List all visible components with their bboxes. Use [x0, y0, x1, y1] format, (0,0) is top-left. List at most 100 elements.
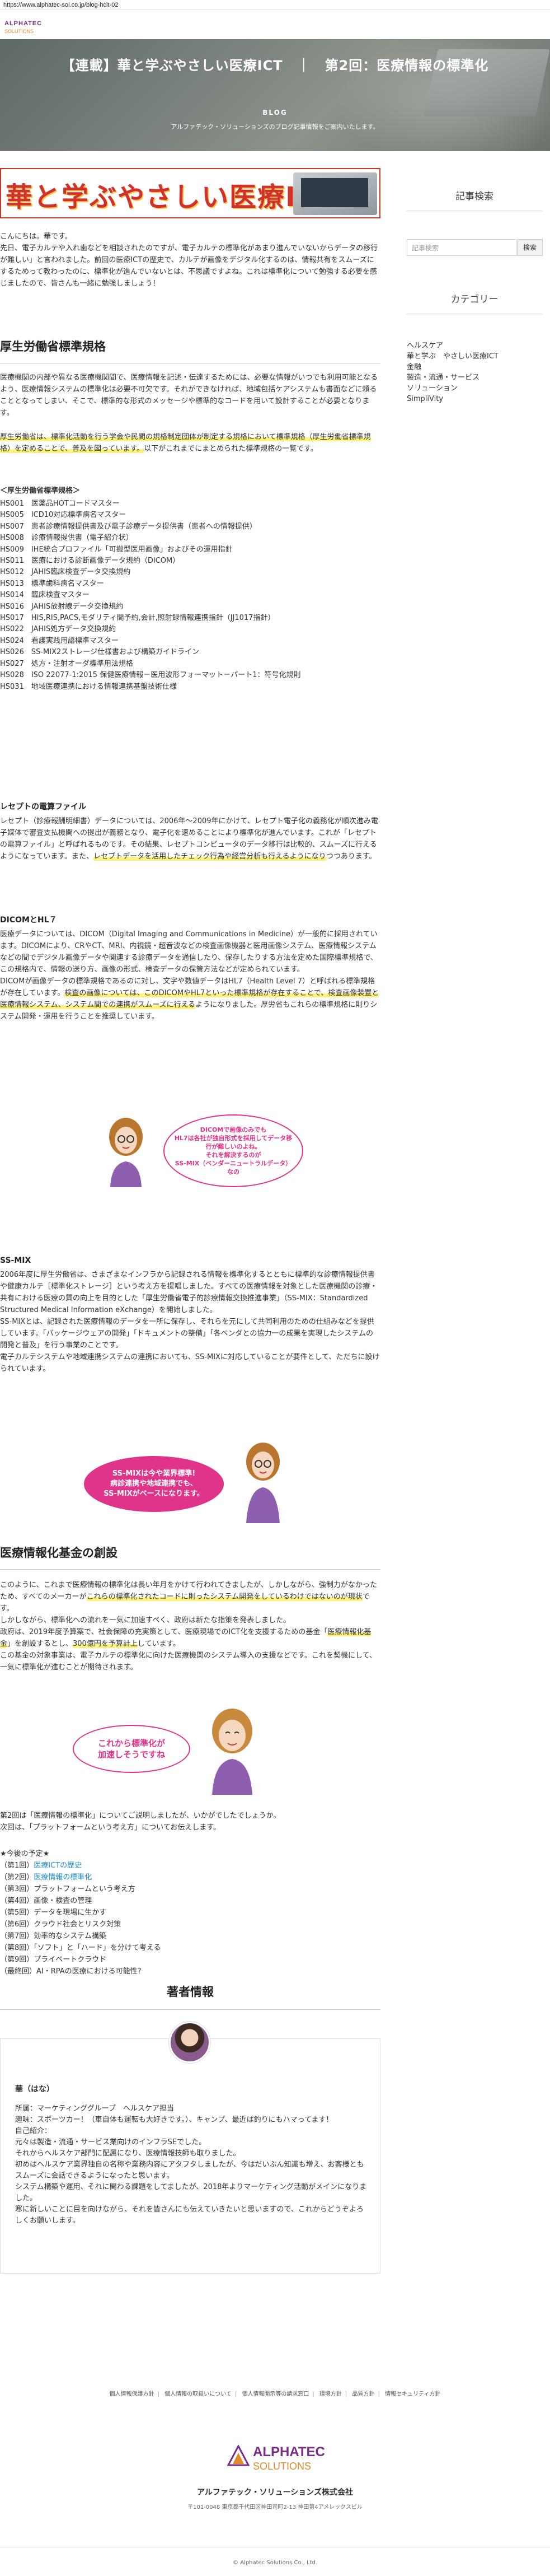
toc-item: （第6回）クラウド社会とリスク対策 — [0, 1919, 380, 1930]
closing-paragraph: 第2回は「医療情報の標準化」についてご説明しましたが、いかがでしたでしょうか。 … — [0, 1812, 281, 1832]
footer-link[interactable]: 個人情報保護方針 — [110, 2391, 154, 2397]
footer-logo[interactable]: ALPHATEC SOLUTIONS — [224, 2442, 325, 2481]
banner-laptop-image — [293, 172, 377, 215]
section-heading-dicom: DICOMとHL７ — [0, 916, 57, 925]
footer-copyright: © Alphatec Solutions Co., Ltd. — [0, 2547, 550, 2568]
character-hana-illustration — [241, 1439, 285, 1523]
footer-link[interactable]: 個人情報の取扱いについて — [164, 2391, 232, 2397]
speech-bubble-1: DICOMで画像のみでも HL7は各社が独自形式を採用してデータ移行が難しいのよ… — [163, 1114, 303, 1187]
toc-title: ★今後の予定★ — [0, 1850, 50, 1858]
character-hana-illustration — [104, 1114, 148, 1187]
toc-label: プライベートクラウド — [34, 1956, 107, 1964]
toc-label: AI・RPAの医療における可能性? — [36, 1967, 142, 1976]
list-item: HS005 ICD10対応標準病名マスター — [0, 511, 126, 520]
standards-list-title: ＜厚生労働省標準規格＞ — [0, 487, 81, 495]
footer-link[interactable]: 品質方針 — [352, 2391, 374, 2397]
category-item[interactable]: SimpliVity — [407, 394, 547, 404]
category-item[interactable]: ソリューション — [407, 383, 547, 394]
toc-prefix: （第1回） — [0, 1861, 34, 1870]
section-heading-ssmix: SS-MIX — [0, 1256, 31, 1265]
toc-label: 画像・検査の管理 — [34, 1897, 92, 1905]
character-hana-illustration — [204, 1705, 260, 1795]
url-bar[interactable]: https://www.alphatec-sol.co.jp/blog-hcit… — [0, 0, 550, 10]
toc-link[interactable]: 医療情報の標準化 — [34, 1873, 92, 1882]
series-banner: 華と学ぶやさしい医療ICT — [0, 168, 380, 218]
speech-bubble-2: SS-MIXは今や業界標準! 病診連携や地域連携でも、 SS-MIXがベースにな… — [84, 1456, 224, 1512]
list-item: HS007 患者診療情報提供書及び電子診療データ提供書（患者への情報提供） — [0, 522, 257, 531]
hero-subtitle: アルファテック・ソリューションズのブログ記事情報をご案内いたします。 — [171, 123, 379, 130]
category-item[interactable]: 華と学ぶ やさしい医療ICT — [407, 351, 547, 362]
toc-item[interactable]: （第2回）医療情報の標準化 — [0, 1872, 380, 1883]
toc-item: （第5回）データを現場に生かす — [0, 1907, 380, 1919]
list-item: HS011 医療における診断画像データ規約（DICOM） — [0, 557, 180, 566]
toc-prefix: （最終回） — [0, 1967, 37, 1976]
list-item: HS031 地域医療連携における情報連携基盤技術仕様 — [0, 682, 177, 691]
toc-prefix: （第3回） — [0, 1885, 34, 1893]
list-item: HS028 ISO 22077-1:2015 保健医療情報－医用波形フォーマット… — [0, 671, 301, 680]
speech-bubble-3: これから標準化が 加速しそうですね — [73, 1725, 190, 1773]
sidebar-category-title: カテゴリー — [407, 292, 542, 314]
ssmix-paragraph: 2006年度に厚生労働省は、さまざまなインフラから記録される情報を標準化するとと… — [0, 1271, 380, 1374]
body-text: 医療データについては、DICOM（Digital Imaging and Com… — [0, 930, 378, 998]
toc-label: 効率的なシステム構築 — [34, 1932, 106, 1940]
toc-prefix: （第2回） — [0, 1873, 34, 1882]
body-text: ようになりました。 — [195, 1001, 261, 1010]
list-item: HS013 標準歯科病名マスター — [0, 579, 104, 588]
toc-label: プラットフォームという考え方 — [34, 1885, 135, 1893]
footer-link[interactable]: 個人情報開示等の請求窓口 — [242, 2391, 309, 2397]
list-item: HS016 JAHIS放射線データ交換規約 — [0, 602, 124, 611]
highlight-text: 300億円を予算計上 — [73, 1640, 138, 1649]
fund-paragraph: このように、これまで医療情報の標準化は長い年月をかけて行われてきましたが、しかし… — [0, 1579, 380, 1673]
toc-label: クラウド社会とリスク対策 — [34, 1920, 121, 1929]
toc-link[interactable]: 医療ICTの歴史 — [34, 1861, 82, 1870]
toc-label: データを現場に生かす — [34, 1908, 107, 1917]
standards-list: HS001 医薬品HOTコードマスター HS005 ICD10対応標準病名マスタ… — [0, 498, 380, 693]
toc-prefix: （第9回） — [0, 1956, 34, 1964]
hero-label: BLOG — [262, 109, 288, 116]
site-logo[interactable]: ALPHATEC SOLUTIONS — [4, 19, 55, 38]
footer-logo-line2: SOLUTIONS — [253, 2461, 312, 2472]
toc-prefix: （第7回） — [0, 1932, 34, 1940]
search-button[interactable]: 検索 — [517, 239, 543, 256]
category-item[interactable]: 金融 — [407, 362, 547, 372]
highlight-text: これらの標準化されたコードに則ったシステム開発をしているわけではないのが現状 — [86, 1593, 363, 1602]
intro-text: こんにちは。華です。 先日、電子カルテや入れ歯などを相談されたのですが、電子カル… — [0, 232, 378, 288]
footer-company: アルファテック・ソリューションズ株式会社 — [196, 2488, 354, 2497]
list-item: HS017 HIS,RIS,PACS,モダリティ間予約,会計,照射録情報連携指針… — [0, 614, 275, 623]
toc-item: （最終回）AI・RPAの医療における可能性? — [0, 1966, 380, 1977]
author-name: 華（はな） — [15, 2085, 54, 2094]
list-item: HS022 JAHIS処方データ交換規約 — [0, 625, 116, 634]
footer-link[interactable]: 情報セキュリティ方針 — [385, 2391, 440, 2397]
list-item: HS001 医薬品HOTコードマスター — [0, 500, 120, 508]
hero-banner: 【連載】華と学ぶやさしい医療ICT ｜ 第2回：医療情報の標準化 BLOG アル… — [0, 39, 550, 151]
toc-prefix: （第8回） — [0, 1944, 34, 1952]
section-heading-receipt: レセプトの電算ファイル — [0, 802, 86, 811]
section-heading-standards: 厚生労働省標準規格 — [0, 337, 380, 364]
toc-prefix: （第5回） — [0, 1908, 34, 1917]
category-item[interactable]: 製造・流通・サービス — [407, 372, 547, 383]
list-item: HS024 看護実践用語標準マスター — [0, 636, 119, 645]
highlight-text: レセプトデータを活用したチェック行為や経営分析も行えるようになり — [93, 852, 326, 861]
standards-paragraph: 医療機関の内部や異なる医療機関間で、医療情報を記述・伝達するためには、必要な情報… — [0, 374, 378, 418]
author-avatar — [169, 2022, 210, 2063]
receipt-paragraph: レセプト（診療報酬明細書）データについては、2006年〜2009年にかけて、レセ… — [0, 815, 380, 862]
body-text: つつあります。 — [326, 852, 377, 861]
list-item: HS009 IHE統合プロファイル「可搬型医用画像」およびその運用指針 — [0, 545, 233, 554]
footer-logo-mark-icon — [227, 2445, 250, 2466]
toc-label: 「ソフト」と「ハード」を分けて考える — [34, 1944, 161, 1952]
toc-item: （第3回）プラットフォームという考え方 — [0, 1883, 380, 1895]
category-item[interactable]: ヘルスケア — [407, 340, 547, 351]
toc-item: （第9回）プライベートクラウド — [0, 1954, 380, 1966]
logo-line2: SOLUTIONS — [4, 28, 34, 34]
banner-text: 華と学ぶやさしい医療ICT — [6, 181, 337, 213]
search-input[interactable]: 記事検索 — [407, 239, 516, 256]
toc-item: （第8回）「ソフト」と「ハード」を分けて考える — [0, 1942, 380, 1954]
footer-links: 個人情報保護方針 | 個人情報の取扱いについて | 個人情報開示等の請求窓口 | 環境… — [109, 2391, 441, 2397]
list-item: HS014 臨床検査マスター — [0, 591, 90, 600]
toc-prefix: （第6回） — [0, 1920, 34, 1929]
sidebar-search-title: 記事検索 — [407, 189, 542, 211]
toc-item[interactable]: （第1回）医療ICTの歴史 — [0, 1860, 380, 1872]
footer-link[interactable]: 環境方針 — [319, 2391, 342, 2397]
list-item: HS012 JAHIS臨床検査データ交換規約 — [0, 568, 131, 577]
list-item: HS008 診療情報提供書（電子紹介状） — [0, 534, 133, 543]
